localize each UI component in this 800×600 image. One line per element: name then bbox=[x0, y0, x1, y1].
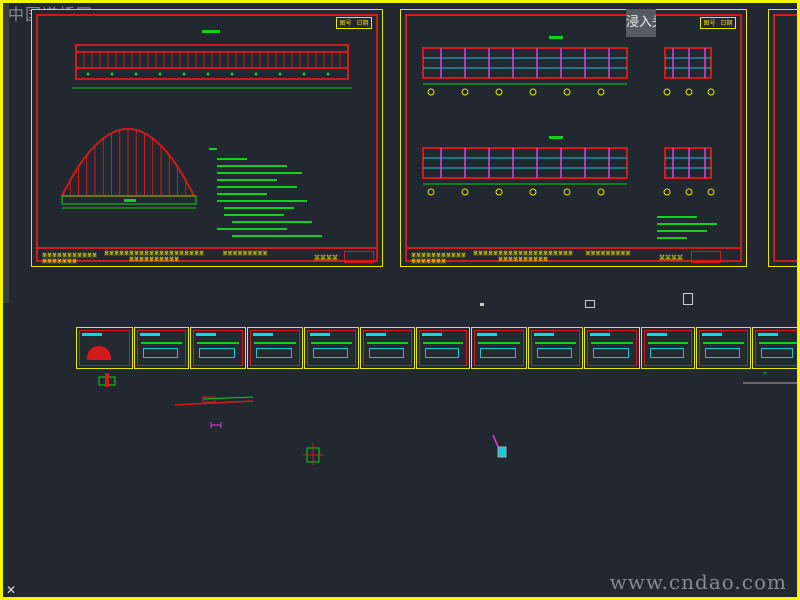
bearing-mark bbox=[110, 72, 114, 76]
title-block-company: 某某某某某某某某某某某某某某某某某某 bbox=[411, 253, 467, 265]
bearing-mark bbox=[134, 72, 138, 76]
axis-bubble bbox=[663, 188, 671, 196]
title-block-project: 某某某某某某某某某某某某某某某某某某某某某某某某某某某某某某 bbox=[104, 251, 205, 263]
bearing-mark bbox=[326, 72, 330, 76]
title-block-drawing-name: 某某某某某某某某某 bbox=[585, 251, 631, 257]
thumbnail-sheet[interactable] bbox=[584, 327, 640, 369]
drawing-sheet-third[interactable] bbox=[768, 9, 797, 267]
plan-title-mark bbox=[549, 36, 563, 39]
bearing-mark bbox=[278, 72, 282, 76]
elevation-drawing bbox=[38, 30, 376, 249]
title-block-project: 某某某某某某某某某某某某某某某某某某某某某某某某某某某某某某 bbox=[473, 251, 574, 263]
node-detail bbox=[303, 443, 323, 465]
hanger-lines bbox=[83, 52, 341, 76]
axis-bubble bbox=[563, 88, 571, 96]
design-notes bbox=[209, 148, 322, 237]
plan-outline-end bbox=[664, 47, 712, 79]
bearing-mark bbox=[158, 72, 162, 76]
thumbnail-sheet[interactable] bbox=[190, 327, 246, 369]
title-block-drawing-name: 某某某某某某某某某 bbox=[222, 251, 268, 257]
stamp-box bbox=[344, 251, 374, 263]
stray-symbol bbox=[683, 293, 693, 305]
thumbnail-sheet[interactable] bbox=[471, 327, 527, 369]
bearing-mark bbox=[206, 72, 210, 76]
axis-bubble bbox=[461, 188, 469, 196]
arch-hanger-lines bbox=[69, 129, 187, 196]
axis-bubble bbox=[495, 188, 503, 196]
thumbnail-sheet[interactable] bbox=[304, 327, 359, 369]
thumbnail-sheet[interactable] bbox=[752, 327, 797, 369]
thumbnail-sheet[interactable] bbox=[134, 327, 189, 369]
bearing-mark bbox=[254, 72, 258, 76]
thumbnail-sheet[interactable] bbox=[76, 327, 133, 369]
title-block-sheet-no: 某某某某 bbox=[314, 255, 339, 262]
axis-bubble bbox=[597, 188, 605, 196]
stray-text-dot bbox=[480, 303, 484, 306]
thumbnail-sheet[interactable] bbox=[528, 327, 583, 369]
plan-notes bbox=[657, 216, 717, 239]
bearing-mark bbox=[86, 72, 90, 76]
plan-view-lower bbox=[422, 136, 715, 196]
axis-bubble bbox=[427, 88, 435, 96]
cyan-marker bbox=[492, 434, 507, 458]
sheet-border bbox=[773, 14, 797, 262]
plan-outline-end bbox=[664, 147, 712, 179]
title-block-company: 某某某某某某某某某某某某某某某某某某 bbox=[42, 253, 98, 265]
thumbnail-sheet[interactable] bbox=[247, 327, 303, 369]
plan-outline bbox=[422, 147, 628, 179]
axis-bubble bbox=[685, 188, 693, 196]
detail-fragment bbox=[98, 373, 116, 387]
profile-line bbox=[174, 396, 254, 406]
axis-bubble bbox=[663, 88, 671, 96]
thumbnail-sheet[interactable] bbox=[360, 327, 415, 369]
plan-view-upper bbox=[422, 36, 715, 96]
plan-outline bbox=[422, 47, 628, 79]
stamp-box bbox=[691, 251, 721, 263]
bearing-mark bbox=[302, 72, 306, 76]
axis-bubble bbox=[427, 188, 435, 196]
drawing-sheet-plan[interactable]: 图号 日期 某某某某某某某某某某某某某某某某某某 某某某某某某某某某某某某某某某… bbox=[400, 9, 747, 267]
axis-bubble bbox=[495, 88, 503, 96]
ucs-icon: ✕ bbox=[6, 583, 17, 597]
bearing-mark bbox=[182, 72, 186, 76]
watermark-bottom: www.cndao.com bbox=[609, 570, 787, 594]
stray-symbol bbox=[585, 300, 595, 308]
axis-bubble bbox=[685, 88, 693, 96]
plan-title-mark bbox=[549, 136, 563, 139]
bearing-mark bbox=[230, 72, 234, 76]
overlay-tab[interactable]: 浸入头 bbox=[626, 9, 656, 37]
axis-bubble bbox=[597, 88, 605, 96]
thumbnail-sheet[interactable] bbox=[641, 327, 695, 369]
axis-bubble bbox=[529, 88, 537, 96]
cad-model-space[interactable]: 中国道桥网 图号 日期 bbox=[3, 3, 797, 597]
axis-bubble bbox=[529, 188, 537, 196]
title-mark bbox=[202, 30, 220, 33]
axis-bubble bbox=[707, 88, 715, 96]
axis-bubble bbox=[461, 88, 469, 96]
drawing-sheet-elevation[interactable]: 图号 日期 某某某某某某某某某某某某某某某某某某 某某某某某某某某某某某某某某某… bbox=[31, 9, 383, 267]
axis-bubble bbox=[563, 188, 571, 196]
left-toolbar-strip bbox=[3, 3, 9, 303]
axis-bubble bbox=[707, 188, 715, 196]
thumbnail-sheet[interactable] bbox=[696, 327, 751, 369]
thumbnail-sheet[interactable] bbox=[416, 327, 470, 369]
plan-drawing bbox=[407, 36, 740, 249]
title-block-sheet-no: 某某某某 bbox=[659, 255, 684, 262]
